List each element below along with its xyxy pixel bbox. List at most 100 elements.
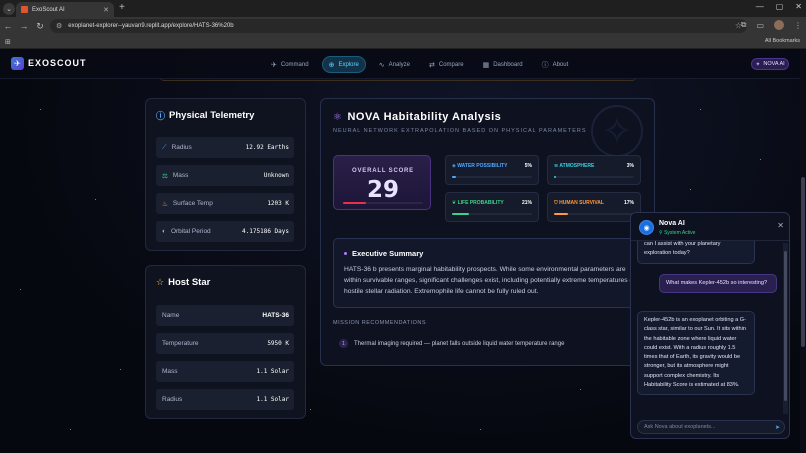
overall-score-fill [343,202,367,204]
telemetry-row-surface-temp: ♨ Surface Temp 1203 K [156,193,294,214]
app-page: ✈ EXOSCOUT ✈ Command ⊕ Explore ∿ Analyze ⇄ C… [0,49,806,453]
telemetry-title: ⓘ Physical Telemetry [156,109,254,122]
metric-label: ❦ LIFE PROBABILITY [452,200,504,206]
apps-grid-icon[interactable]: ⊞ [5,38,11,46]
metric-pct: 3% [626,163,634,169]
new-tab-button[interactable]: + [119,2,125,13]
metric-head: ≋ ATMOSPHERE 3% [554,163,634,169]
close-window-button[interactable]: ✕ [795,2,802,11]
profile-avatar[interactable] [774,20,784,30]
chat-input-placeholder: Ask Nova about exoplanets... [644,424,716,430]
compare-icon: ⇄ [429,61,435,69]
metric-pct: 17% [623,200,634,206]
sidepanel-icon[interactable]: ▭ [756,21,764,30]
overall-score-card: OVERALL SCORE 29 [333,155,431,210]
page-scrollbar[interactable] [800,49,806,453]
nav-label: Dashboard [493,61,523,68]
app-nav-bar: ✈ EXOSCOUT ✈ Command ⊕ Explore ∿ Analyze ⇄ C… [0,49,806,79]
rocket-logo-icon[interactable]: ✈ [11,57,24,70]
menu-icon[interactable]: ⋮ [794,21,802,30]
row-label: ◐ Orbital Period [162,228,211,235]
overall-score-bar [343,202,423,204]
row-label-text: Radius [171,144,192,151]
forward-icon[interactable]: → [16,21,32,31]
browser-tab[interactable]: ExoScout AI ✕ [16,2,114,17]
nav-about[interactable]: ⓘ About [536,56,575,73]
metric-bar [452,213,532,215]
nova-title-text: NOVA Habitability Analysis [347,111,502,123]
extensions-icon[interactable]: ⧉ [741,20,747,30]
metric-water-possibility: ◈ WATER POSSIBILITY 5% [445,155,539,185]
info-circle-icon: ⓘ [156,111,166,121]
chat-message-user: What makes Kepler-452b so interesting? [659,274,777,294]
telemetry-title-text: Physical Telemetry [169,110,255,121]
nav-links: ✈ Command ⊕ Explore ∿ Analyze ⇄ Compare ▦ Das… [265,56,574,73]
tab-close-icon[interactable]: ✕ [103,6,109,14]
nav-compare[interactable]: ⇄ Compare [423,56,470,73]
host-row-mass: Mass 1.1 Solar [156,361,294,382]
telemetry-row-radius: ⟋ Radius 12.92 Earths [156,137,294,158]
metric-fill [452,213,469,215]
back-icon[interactable]: ← [0,21,16,31]
row-value: 1.1 Solar [256,396,289,403]
nova-chat-window: ◉ Nova AI ⚲ System Active ✕ can I assist… [630,212,790,439]
host-row-temperature: Temperature 5950 K [156,333,294,354]
row-value: 1203 K [267,200,289,207]
maximize-button[interactable]: ▢ [776,2,784,11]
row-label-text: Orbital Period [170,228,211,235]
address-bar[interactable]: ⚙ exoplanet-explorer--yauvan9.replit.app… [50,19,747,33]
browser-tab-strip: ⌄ ExoScout AI ✕ + — ▢ ✕ [0,0,806,17]
nav-command[interactable]: ✈ Command [265,56,315,73]
nova-analysis-subtitle: NEURAL NETWORK EXTRAPOLATION BASED ON PH… [333,128,587,134]
metric-fill [452,176,456,178]
page-scroll-thumb[interactable] [801,177,805,347]
metric-label-text: WATER POSSIBILITY [457,163,508,169]
metric-bar [554,213,634,215]
nav-explore[interactable]: ⊕ Explore [321,56,366,73]
toolbar-right: ⧉ ▭ ⋮ [741,20,802,30]
chat-status: ⚲ System Active [659,230,695,236]
star-icon: ☆ [156,277,165,287]
metric-bar [452,176,532,178]
row-label: Radius [162,396,183,403]
url-text: exoplanet-explorer--yauvan9.replit.app/e… [68,23,234,29]
chat-messages: can I assist with your planetary explora… [631,241,783,414]
send-icon[interactable]: ➤ [775,424,780,431]
mission-number: 1 [339,339,348,348]
executive-summary-title: Executive Summary [344,249,423,258]
chat-status-text: System Active [664,230,696,236]
site-info-icon[interactable]: ⚙ [56,22,62,30]
overall-score-label: OVERALL SCORE [352,168,414,174]
nova-ai-button[interactable]: ✦ NOVA AI [751,58,789,70]
rocket-icon: ✈ [271,61,277,69]
nav-analyze[interactable]: ∿ Analyze [373,56,416,73]
metric-label: ◈ WATER POSSIBILITY [452,163,507,169]
chat-input[interactable]: Ask Nova about exoplanets... ➤ [637,420,785,434]
thermometer-icon: ♨ [162,200,168,208]
nav-label: Command [280,61,309,68]
row-label: Temperature [162,340,199,347]
mission-item: 1 Thermal imaging required — planet fall… [333,336,643,351]
reload-icon[interactable]: ↻ [32,21,48,32]
brain-icon: ⚛ [333,111,343,123]
nova-button-label: NOVA AI [763,61,785,67]
chat-header: ◉ Nova AI ⚲ System Active ✕ [631,213,789,241]
close-icon[interactable]: ✕ [777,221,784,230]
all-bookmarks-link[interactable]: All Bookmarks [765,38,800,44]
window-controls: — ▢ ✕ [756,2,802,11]
tab-search-icon[interactable]: ⌄ [3,2,15,15]
bullet-dot-icon [344,252,347,255]
chat-scrollbar[interactable] [783,243,788,414]
metric-label-text: LIFE PROBABILITY [457,200,504,206]
minimize-button[interactable]: — [756,2,764,11]
metric-head: ⛉ HUMAN SURVIVAL 17% [554,200,634,206]
nav-dashboard[interactable]: ▦ Dashboard [477,56,529,73]
row-label-text: Mass [172,172,189,179]
mission-recommendations-header: MISSION RECOMMENDATIONS [333,320,426,326]
chat-scroll-thumb[interactable] [784,251,787,401]
metric-bar [554,176,634,178]
nova-analysis-title: ⚛ NOVA Habitability Analysis [333,111,501,123]
nav-label: Analyze [388,61,411,68]
row-label: ⟋ Radius [162,144,192,152]
app-logo[interactable]: EXOSCOUT [28,58,87,68]
